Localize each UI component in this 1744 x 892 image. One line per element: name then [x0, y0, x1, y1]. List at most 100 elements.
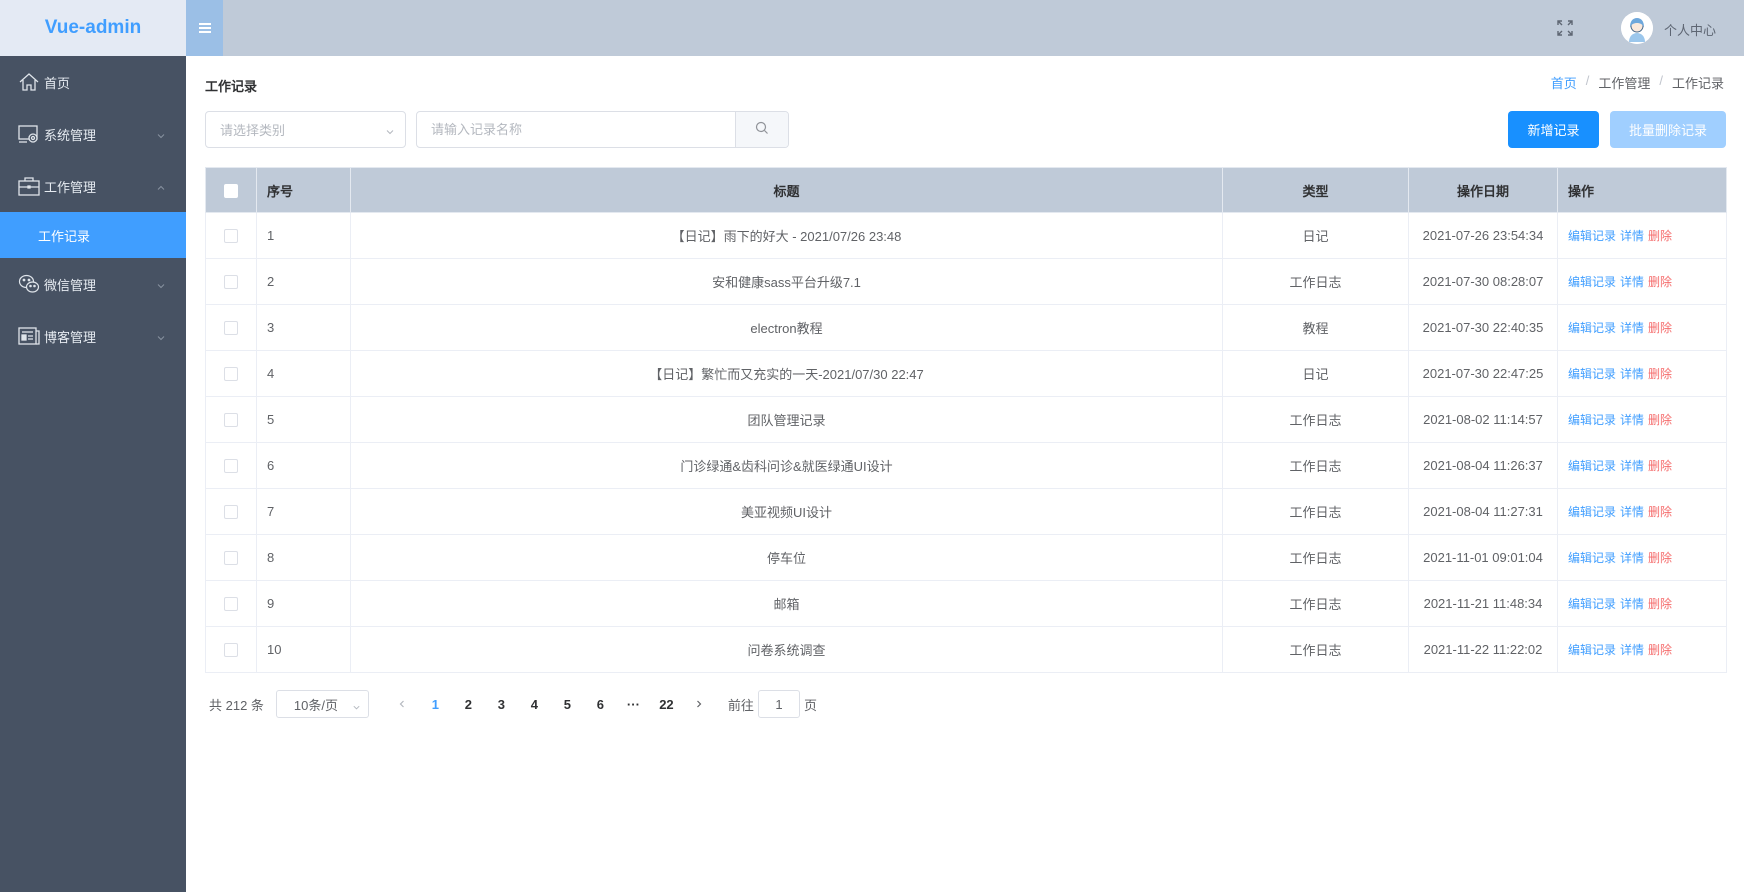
delete-link[interactable]: 删除	[1648, 413, 1672, 427]
page-ellipsis[interactable]: ···	[617, 697, 650, 712]
page-jumper-input[interactable]	[757, 690, 800, 718]
detail-link[interactable]: 详情	[1620, 551, 1644, 565]
chevron-down-icon	[156, 331, 166, 341]
detail-link[interactable]: 详情	[1620, 643, 1644, 657]
sidebar-toggle-button[interactable]	[186, 0, 223, 56]
delete-link[interactable]: 删除	[1648, 643, 1672, 657]
detail-link[interactable]: 详情	[1620, 321, 1644, 335]
delete-link[interactable]: 删除	[1648, 367, 1672, 381]
fullscreen-icon[interactable]	[1555, 18, 1575, 38]
table-row: 6 门诊绿通&齿科问诊&就医绿通UI设计 工作日志 2021-08-04 11:26:…	[205, 442, 1727, 489]
sidebar: 首页 系统管理 工作管理 工作记录 微信管理 博客管理	[0, 56, 186, 892]
edit-record-link[interactable]: 编辑记录	[1568, 505, 1616, 519]
select-all-cell	[205, 167, 257, 213]
detail-link[interactable]: 详情	[1620, 459, 1644, 473]
sidebar-item-wechat[interactable]: 微信管理	[0, 258, 186, 310]
row-title: 邮箱	[350, 580, 1223, 627]
sidebar-item-label: 系统管理	[44, 127, 97, 143]
add-record-button[interactable]: 新增记录	[1508, 111, 1599, 148]
page-number[interactable]: 1	[419, 697, 452, 712]
sidebar-item-label: 微信管理	[44, 277, 97, 293]
row-index: 2	[256, 258, 351, 305]
page-number[interactable]: 22	[650, 697, 683, 712]
sidebar-item-system[interactable]: 系统管理	[0, 108, 186, 160]
page-number[interactable]: 2	[452, 697, 485, 712]
search-input[interactable]	[417, 112, 735, 147]
system-settings-icon	[18, 123, 40, 145]
page-size-select[interactable]: 10条/页	[275, 690, 369, 718]
edit-record-link[interactable]: 编辑记录	[1568, 413, 1616, 427]
pagination: 共 212 条 10条/页 123456···22 前往 页	[209, 690, 817, 718]
avatar[interactable]	[1621, 12, 1653, 44]
row-type: 工作日志	[1222, 626, 1409, 673]
delete-link[interactable]: 删除	[1648, 505, 1672, 519]
chevron-down-icon	[156, 279, 166, 289]
next-page-button[interactable]	[683, 690, 716, 718]
detail-link[interactable]: 详情	[1620, 367, 1644, 381]
edit-record-link[interactable]: 编辑记录	[1568, 459, 1616, 473]
row-actions: 编辑记录 详情 删除	[1557, 212, 1727, 259]
row-select-cell	[205, 258, 257, 305]
row-checkbox[interactable]	[224, 275, 238, 290]
detail-link[interactable]: 详情	[1620, 597, 1644, 611]
row-index: 9	[256, 580, 351, 627]
row-type: 工作日志	[1222, 580, 1409, 627]
page-title: 工作记录	[205, 79, 258, 94]
detail-link[interactable]: 详情	[1620, 413, 1644, 427]
detail-link[interactable]: 详情	[1620, 229, 1644, 243]
select-all-checkbox[interactable]	[224, 183, 238, 198]
sidebar-subitem-work-records[interactable]: 工作记录	[0, 212, 186, 258]
records-table: 序号 标题 类型 操作日期 操作 1 【日记】雨下的好大 - 2021/07/26…	[205, 167, 1727, 673]
edit-record-link[interactable]: 编辑记录	[1568, 229, 1616, 243]
search-button[interactable]	[735, 112, 788, 147]
row-index: 5	[256, 396, 351, 443]
table-row: 3 electron教程 教程 2021-07-30 22:40:35 编辑记录 详情 删除	[205, 304, 1727, 351]
edit-record-link[interactable]: 编辑记录	[1568, 367, 1616, 381]
row-checkbox[interactable]	[224, 643, 238, 658]
table-row: 9 邮箱 工作日志 2021-11-21 11:48:34 编辑记录 详情 删除	[205, 580, 1727, 627]
delete-link[interactable]: 删除	[1648, 321, 1672, 335]
user-center-link[interactable]: 个人中心	[1664, 20, 1716, 39]
row-checkbox[interactable]	[224, 459, 238, 474]
row-date: 2021-07-30 22:47:25	[1408, 350, 1558, 397]
row-checkbox[interactable]	[224, 229, 238, 244]
column-header-actions: 操作	[1557, 167, 1727, 213]
delete-link[interactable]: 删除	[1648, 229, 1672, 243]
row-checkbox[interactable]	[224, 321, 238, 336]
edit-record-link[interactable]: 编辑记录	[1568, 643, 1616, 657]
edit-record-link[interactable]: 编辑记录	[1568, 551, 1616, 565]
detail-link[interactable]: 详情	[1620, 275, 1644, 289]
sidebar-item-blog[interactable]: 博客管理	[0, 310, 186, 362]
row-checkbox[interactable]	[224, 413, 238, 428]
page-number[interactable]: 5	[551, 697, 584, 712]
delete-link[interactable]: 删除	[1648, 597, 1672, 611]
category-select[interactable]: 请选择类别	[205, 111, 406, 148]
page-number[interactable]: 6	[584, 697, 617, 712]
edit-record-link[interactable]: 编辑记录	[1568, 275, 1616, 289]
row-checkbox[interactable]	[224, 367, 238, 382]
wechat-icon	[18, 273, 40, 295]
delete-link[interactable]: 删除	[1648, 551, 1672, 565]
batch-delete-button[interactable]: 批量删除记录	[1610, 111, 1726, 148]
page-number[interactable]: 3	[485, 697, 518, 712]
prev-page-button[interactable]	[386, 690, 419, 718]
row-actions: 编辑记录 详情 删除	[1557, 304, 1727, 351]
table-row: 5 团队管理记录 工作日志 2021-08-02 11:14:57 编辑记录 详情 删除	[205, 396, 1727, 443]
row-checkbox[interactable]	[224, 597, 238, 612]
breadcrumb-home[interactable]: 首页	[1551, 73, 1577, 92]
page-number[interactable]: 4	[518, 697, 551, 712]
table-row: 8 停车位 工作日志 2021-11-01 09:01:04 编辑记录 详情 删除	[205, 534, 1727, 581]
detail-link[interactable]: 详情	[1620, 505, 1644, 519]
edit-record-link[interactable]: 编辑记录	[1568, 597, 1616, 611]
edit-record-link[interactable]: 编辑记录	[1568, 321, 1616, 335]
sidebar-item-home[interactable]: 首页	[0, 56, 186, 108]
delete-link[interactable]: 删除	[1648, 459, 1672, 473]
table-row: 10 问卷系统调查 工作日志 2021-11-22 11:22:02 编辑记录 详情 删除	[205, 626, 1727, 673]
delete-link[interactable]: 删除	[1648, 275, 1672, 289]
column-header-index: 序号	[256, 167, 351, 213]
breadcrumb-work-management[interactable]: 工作管理	[1598, 73, 1650, 92]
sidebar-item-work[interactable]: 工作管理	[0, 160, 186, 212]
chevron-down-icon	[385, 125, 395, 135]
row-checkbox[interactable]	[224, 505, 238, 520]
row-checkbox[interactable]	[224, 551, 238, 566]
